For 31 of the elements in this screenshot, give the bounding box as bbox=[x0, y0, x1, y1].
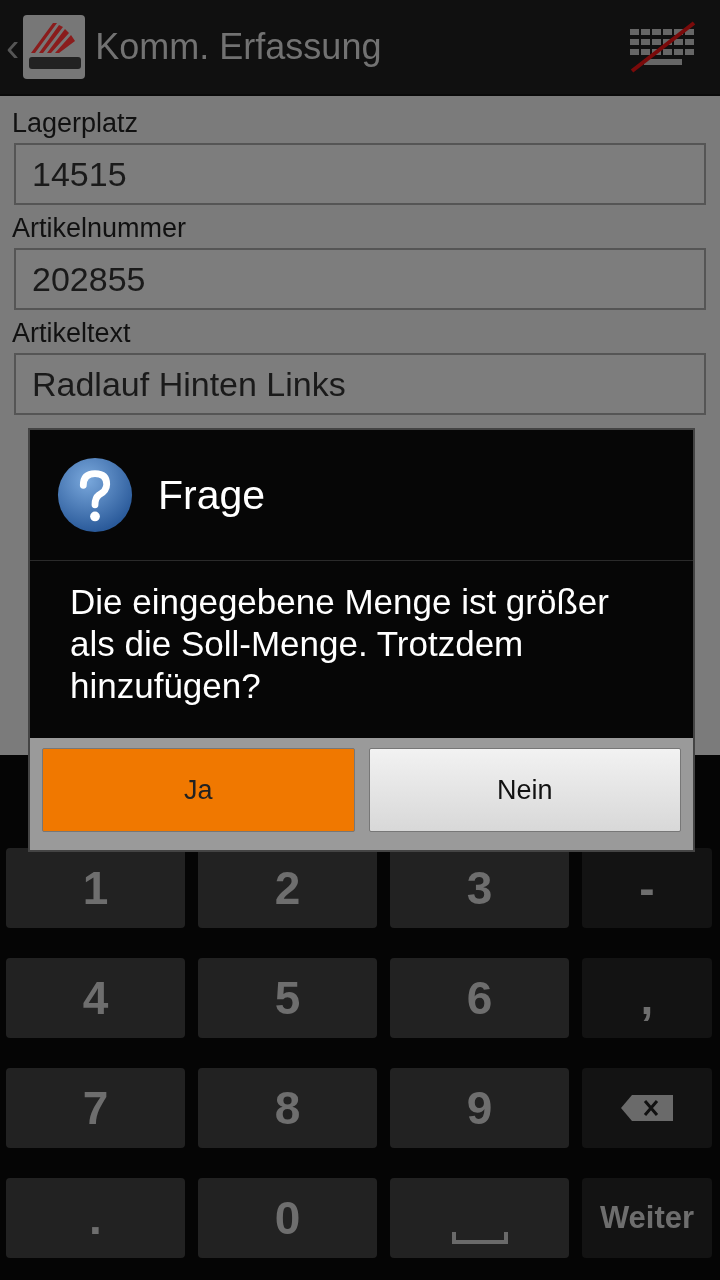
backspace-key[interactable] bbox=[582, 1068, 712, 1148]
input-field[interactable]: Radlauf Hinten Links bbox=[14, 353, 706, 415]
confirm-button[interactable]: Ja bbox=[42, 748, 355, 832]
field-label: Artikeltext bbox=[12, 318, 132, 349]
keyboard-key[interactable]: 5 bbox=[198, 958, 377, 1038]
keyboard-off-icon[interactable] bbox=[630, 21, 696, 73]
input-field[interactable]: 14515 bbox=[14, 143, 706, 205]
question-icon bbox=[56, 456, 134, 534]
screen-title: Komm. Erfassung bbox=[95, 26, 383, 68]
back-button[interactable]: ‹ bbox=[6, 24, 20, 70]
keyboard-key[interactable]: - bbox=[582, 848, 712, 928]
keyboard-key[interactable]: 6 bbox=[390, 958, 569, 1038]
cancel-button[interactable]: Nein bbox=[368, 748, 681, 832]
keyboard-key[interactable]: . bbox=[6, 1178, 185, 1258]
dialog-message: Die eingegebene Menge ist größer als die Soll-Menge. Trotzdem hinzufügen? bbox=[69, 581, 610, 707]
keyboard-key[interactable]: , bbox=[582, 958, 712, 1038]
keyboard-key[interactable]: 9 bbox=[390, 1068, 569, 1148]
dialog-title: Frage bbox=[158, 471, 266, 519]
keyboard-key[interactable]: 1 bbox=[6, 848, 185, 928]
input-field[interactable]: 202855 bbox=[14, 248, 706, 310]
keyboard-key[interactable]: Weiter bbox=[582, 1178, 712, 1258]
keyboard-key[interactable]: 7 bbox=[6, 1068, 185, 1148]
space-key[interactable] bbox=[390, 1178, 569, 1258]
logo-icon bbox=[23, 15, 86, 79]
keyboard-key[interactable]: 8 bbox=[198, 1068, 377, 1148]
keyboard-key[interactable]: 4 bbox=[6, 958, 185, 1038]
space-icon bbox=[451, 1232, 508, 1244]
backspace-icon bbox=[621, 1095, 673, 1121]
field-label: Lagerplatz bbox=[12, 108, 140, 139]
field-label: Artikelnummer bbox=[12, 213, 188, 244]
keyboard-key[interactable]: 0 bbox=[198, 1178, 377, 1258]
